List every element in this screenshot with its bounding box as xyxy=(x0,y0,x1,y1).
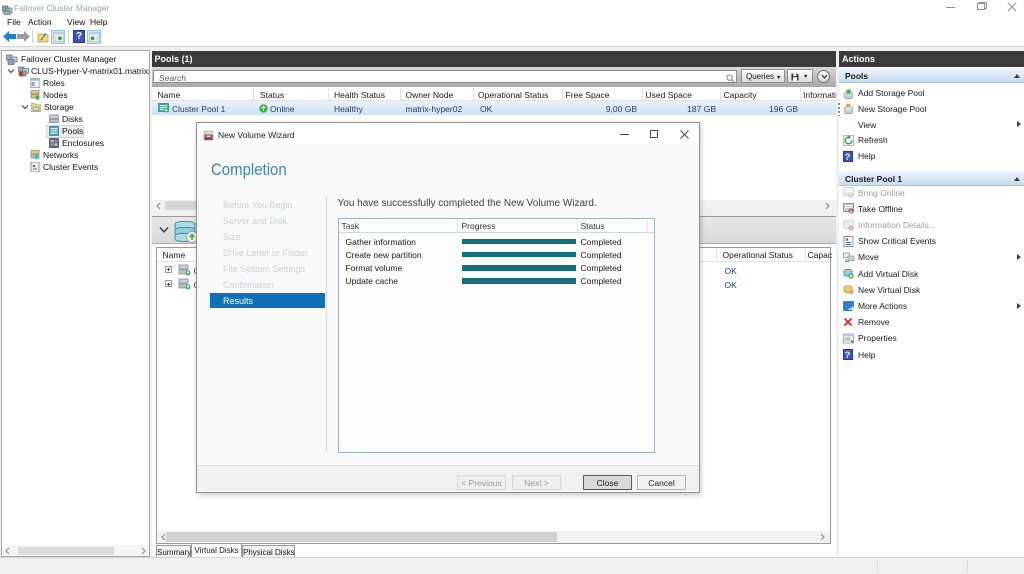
svg-text:i: i xyxy=(850,226,851,231)
